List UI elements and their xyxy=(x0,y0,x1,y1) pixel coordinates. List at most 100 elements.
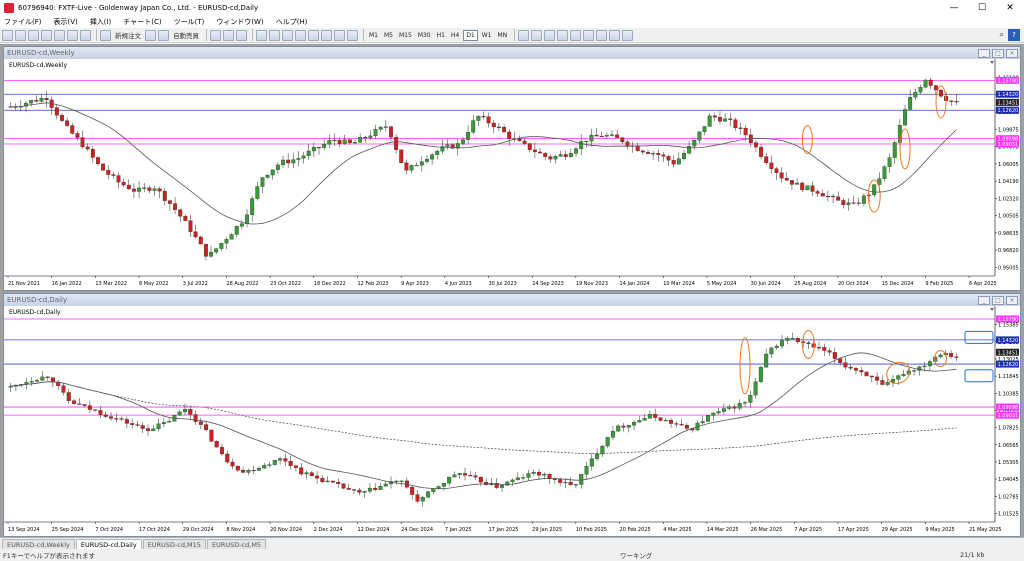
timeframe-h1[interactable]: H1 xyxy=(435,30,447,41)
weekly-chart[interactable]: EURUSD-cd,Weekly1.151901.130151.115601.0… xyxy=(4,59,1020,290)
channel-icon[interactable] xyxy=(583,29,595,41)
timeframe-m15[interactable]: M15 xyxy=(397,30,414,41)
new-order-button[interactable]: 新規注文 xyxy=(113,30,143,41)
timeframe-h4[interactable]: H4 xyxy=(449,30,461,41)
bull-candle xyxy=(275,164,280,170)
bear-candle xyxy=(373,487,378,490)
indicators-icon[interactable] xyxy=(321,29,332,41)
chart-shift-icon[interactable] xyxy=(308,29,319,41)
bull-candle xyxy=(542,473,547,476)
bear-candle xyxy=(718,117,722,122)
bull-candle xyxy=(362,491,367,493)
zoom-out-icon[interactable] xyxy=(269,29,280,41)
new-order-icon[interactable] xyxy=(100,29,111,41)
price-level-label: 1.12620 xyxy=(998,108,1019,114)
minimize-button[interactable]: — xyxy=(940,0,968,16)
metaeditor-icon[interactable] xyxy=(145,29,156,41)
vertical-line-icon[interactable] xyxy=(544,29,556,41)
shapes-icon[interactable] xyxy=(622,29,634,41)
timeframe-mn[interactable]: MN xyxy=(496,30,510,41)
line-chart-icon[interactable] xyxy=(236,29,247,41)
tab-m15[interactable]: EURUSD-cd,M15 xyxy=(142,539,206,549)
time-tick-label: 13 Mar 2022 xyxy=(95,281,127,287)
bull-candle xyxy=(322,144,327,148)
crosshair-icon[interactable] xyxy=(531,29,543,41)
bull-candle xyxy=(353,142,357,144)
timeframe-m30[interactable]: M30 xyxy=(416,30,433,41)
fibonacci-icon[interactable] xyxy=(596,29,608,41)
bear-candle xyxy=(241,470,246,473)
community-icon[interactable]: ? xyxy=(1008,29,1020,41)
maximize-button[interactable]: ☐ xyxy=(968,0,996,16)
bear-candle xyxy=(146,428,151,431)
profiles-icon[interactable] xyxy=(15,29,26,41)
data-window-icon[interactable] xyxy=(41,29,52,41)
search-icon[interactable]: ⌕ xyxy=(1000,30,1004,40)
tester-icon[interactable] xyxy=(80,29,91,41)
text-tool-icon[interactable] xyxy=(609,29,621,41)
timeframe-m5[interactable]: M5 xyxy=(382,30,395,41)
weekly-chart-window[interactable]: EURUSD-cd,Weekly _ □ × EURUSD-cd,Weekly 1… xyxy=(3,46,1021,291)
bear-candle xyxy=(801,341,806,343)
templates-icon[interactable] xyxy=(347,29,358,41)
bear-candle xyxy=(330,480,335,483)
menu-tools[interactable]: ツール(T) xyxy=(174,17,205,27)
time-tick-label: 12 Feb 2023 xyxy=(357,281,388,287)
tab-daily[interactable]: EURUSD-cd,Daily xyxy=(75,539,142,549)
tab-weekly[interactable]: EURUSD-cd,Weekly xyxy=(2,539,75,549)
navigator-icon[interactable] xyxy=(54,29,65,41)
autoscroll-icon[interactable] xyxy=(295,29,306,41)
daily-window-titlebar[interactable]: EURUSD-cd,Daily _ □ × xyxy=(4,294,1020,306)
tab-m5[interactable]: EURUSD-cd,M5 xyxy=(206,539,267,549)
close-button[interactable]: ✕ xyxy=(996,0,1024,16)
tile-windows-icon[interactable] xyxy=(282,29,293,41)
horizontal-line-icon[interactable] xyxy=(557,29,569,41)
bear-candle xyxy=(532,149,537,153)
bear-candle xyxy=(101,163,106,171)
time-tick-label: 28 Aug 2022 xyxy=(226,281,258,287)
bull-candle xyxy=(723,118,728,122)
menu-help[interactable]: ヘルプ(H) xyxy=(276,17,308,27)
time-tick-label: 24 Dec 2024 xyxy=(401,527,433,533)
menu-view[interactable]: 表示(V) xyxy=(54,17,78,27)
zoom-in-icon[interactable] xyxy=(256,29,267,41)
menu-insert[interactable]: 挿入(I) xyxy=(90,17,112,27)
new-chart-icon[interactable] xyxy=(2,29,13,41)
menu-window[interactable]: ウィンドウ(W) xyxy=(216,17,263,27)
weekly-window-titlebar[interactable]: EURUSD-cd,Weekly _ □ × xyxy=(4,47,1020,59)
bull-candle xyxy=(445,144,450,147)
time-tick-label: 7 Apr 2025 xyxy=(794,527,822,533)
menu-file[interactable]: ファイル(F) xyxy=(4,17,42,27)
bull-candle xyxy=(35,380,40,382)
market-watch-icon[interactable] xyxy=(28,29,39,41)
daily-minimize-button[interactable]: _ xyxy=(978,295,990,305)
daily-maximize-button[interactable]: □ xyxy=(992,295,1004,305)
auto-trade-button[interactable]: 自動売買 xyxy=(171,30,201,41)
daily-chart-window[interactable]: EURUSD-cd,Daily _ □ × EURUSD-cd,Daily 1.1… xyxy=(3,293,1021,537)
bull-candle xyxy=(250,198,255,215)
auto-trade-icon[interactable] xyxy=(158,29,169,41)
weekly-maximize-button[interactable]: □ xyxy=(992,48,1004,58)
timeframe-w1[interactable]: W1 xyxy=(480,30,494,41)
weekly-close-button[interactable]: × xyxy=(1006,48,1018,58)
trendline-icon[interactable] xyxy=(570,29,582,41)
weekly-minimize-button[interactable]: _ xyxy=(978,48,990,58)
bull-candle xyxy=(224,239,229,244)
bull-candle xyxy=(632,421,637,426)
bear-candle xyxy=(204,424,209,431)
daily-chart[interactable]: EURUSD-cd,Daily1.153851.142051.130251.11… xyxy=(4,306,1020,536)
time-tick-label: 3 Jul 2022 xyxy=(183,281,208,287)
daily-close-button[interactable]: × xyxy=(1006,295,1018,305)
bull-candle xyxy=(325,480,330,483)
candlestick-icon[interactable] xyxy=(223,29,234,41)
timeframe-m1[interactable]: M1 xyxy=(367,30,380,41)
bear-candle xyxy=(856,202,861,204)
menu-chart[interactable]: チャート(C) xyxy=(123,17,161,27)
bear-candle xyxy=(853,368,858,371)
terminal-icon[interactable] xyxy=(67,29,78,41)
timeframe-d1[interactable]: D1 xyxy=(463,29,478,41)
cursor-icon[interactable] xyxy=(518,29,530,41)
periods-icon[interactable] xyxy=(334,29,345,41)
bar-chart-icon[interactable] xyxy=(210,29,221,41)
bull-candle xyxy=(595,453,600,459)
